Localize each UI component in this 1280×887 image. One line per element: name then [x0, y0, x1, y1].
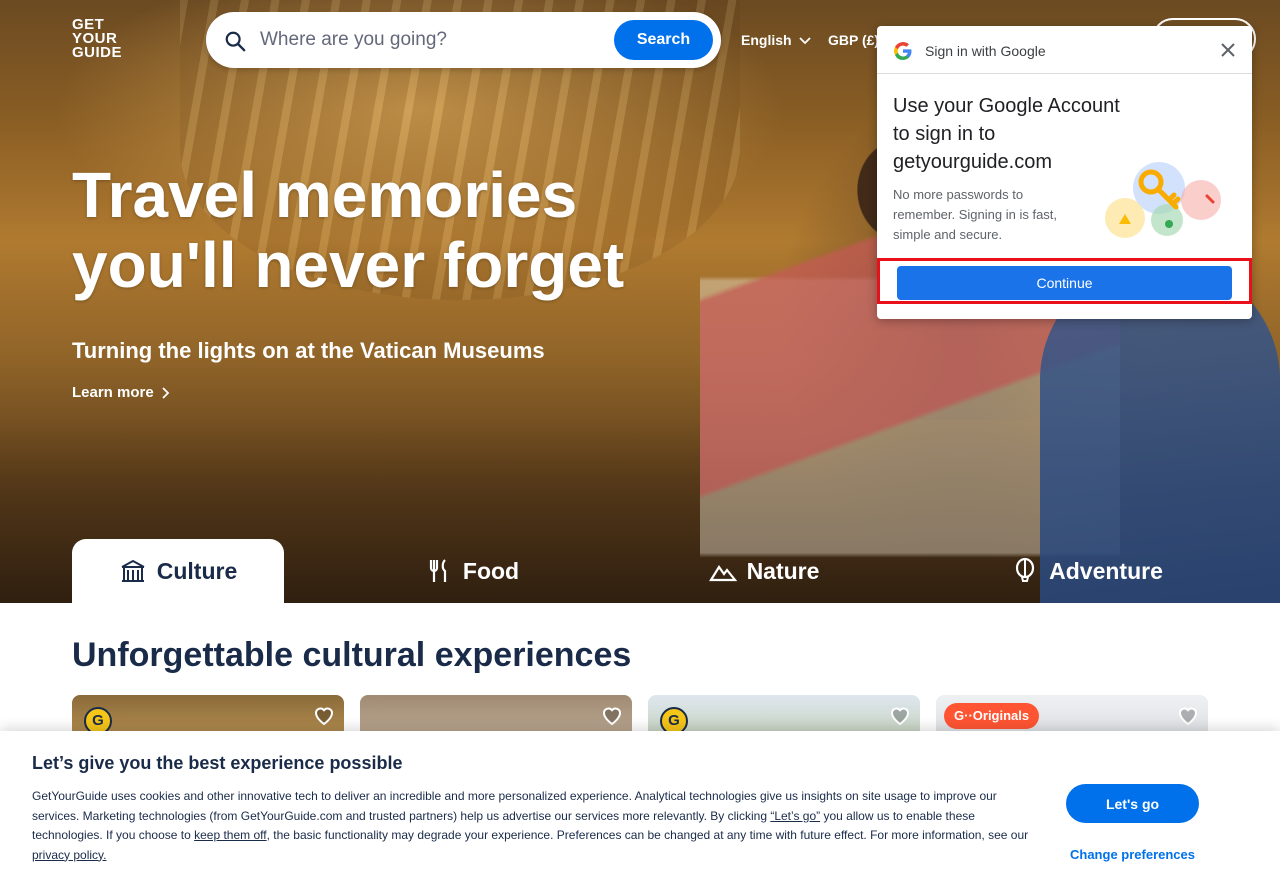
heart-icon[interactable]	[600, 703, 624, 727]
google-logo-icon	[894, 42, 912, 60]
popup-heading: Use your Google Account to sign in to ge…	[893, 95, 1120, 173]
google-signin-popup: Sign in with Google Use your Google Acco…	[877, 26, 1252, 319]
adventure-icon	[1016, 557, 1035, 582]
popup-description: No more passwords to remember. Signing i…	[893, 187, 1058, 242]
cookie-title: Let’s give you the best experience possi…	[32, 753, 403, 773]
tab-culture[interactable]: Culture	[72, 539, 284, 603]
search-bar: Search	[206, 12, 721, 68]
popup-header: Sign in with Google	[877, 26, 1252, 74]
search-input[interactable]	[260, 22, 610, 58]
learn-more-label: Learn more	[72, 384, 154, 401]
heart-icon[interactable]	[1176, 703, 1200, 727]
tab-adventure[interactable]: Adventure	[972, 539, 1202, 603]
section-title: Unforgettable cultural experiences	[72, 636, 632, 674]
key-illustration-icon	[1105, 162, 1221, 238]
cookie-text-part: , the basic functionality may degrade yo…	[266, 828, 1029, 842]
continue-button[interactable]: Continue	[897, 266, 1232, 300]
currency-label: GBP (£)	[828, 32, 880, 48]
originals-badge: G··Originals	[944, 703, 1040, 729]
currency-selector[interactable]: GBP (£)	[828, 32, 879, 48]
logo-line: GUIDE	[72, 44, 123, 61]
tab-label: Adventure	[1049, 557, 1163, 584]
chevron-down-icon	[799, 37, 812, 45]
tab-nature[interactable]: Nature	[664, 539, 864, 603]
search-icon	[225, 31, 246, 52]
popup-title: Sign in with Google	[925, 43, 1046, 59]
tab-label: Culture	[156, 557, 238, 584]
logo[interactable]: GET YOUR GUIDE	[72, 17, 123, 61]
language-selector[interactable]: English	[741, 32, 812, 48]
learn-more-link[interactable]: Learn more	[72, 384, 170, 401]
food-icon	[429, 559, 446, 582]
nature-icon	[708, 565, 737, 582]
keep-them-off-link[interactable]: keep them off	[194, 828, 267, 842]
tab-label: Food	[462, 557, 520, 584]
heart-icon[interactable]	[888, 703, 912, 727]
lets-go-link[interactable]: “Let’s go”	[770, 809, 820, 823]
tab-food[interactable]: Food	[372, 539, 572, 603]
hero-title: Travel memories you'll never forget	[72, 159, 625, 301]
language-label: English	[741, 32, 792, 48]
heart-icon[interactable]	[312, 703, 336, 727]
cookie-banner: Let’s give you the best experience possi…	[0, 731, 1280, 887]
search-button[interactable]: Search	[614, 20, 713, 60]
close-icon[interactable]	[1218, 40, 1238, 60]
change-preferences-button[interactable]: Change preferences	[1066, 847, 1199, 862]
accept-cookies-button[interactable]: Let's go	[1066, 784, 1199, 823]
tab-label: Nature	[746, 557, 820, 584]
hero-subtitle: Turning the lights on at the Vatican Mus…	[72, 338, 545, 363]
culture-icon	[121, 559, 145, 582]
privacy-policy-link[interactable]: privacy policy.	[32, 848, 106, 862]
chevron-right-icon	[162, 387, 170, 399]
cookie-text: GetYourGuide uses cookies and other inno…	[32, 787, 1032, 865]
category-tabs: Culture Food Nature Adventure	[72, 539, 1208, 603]
